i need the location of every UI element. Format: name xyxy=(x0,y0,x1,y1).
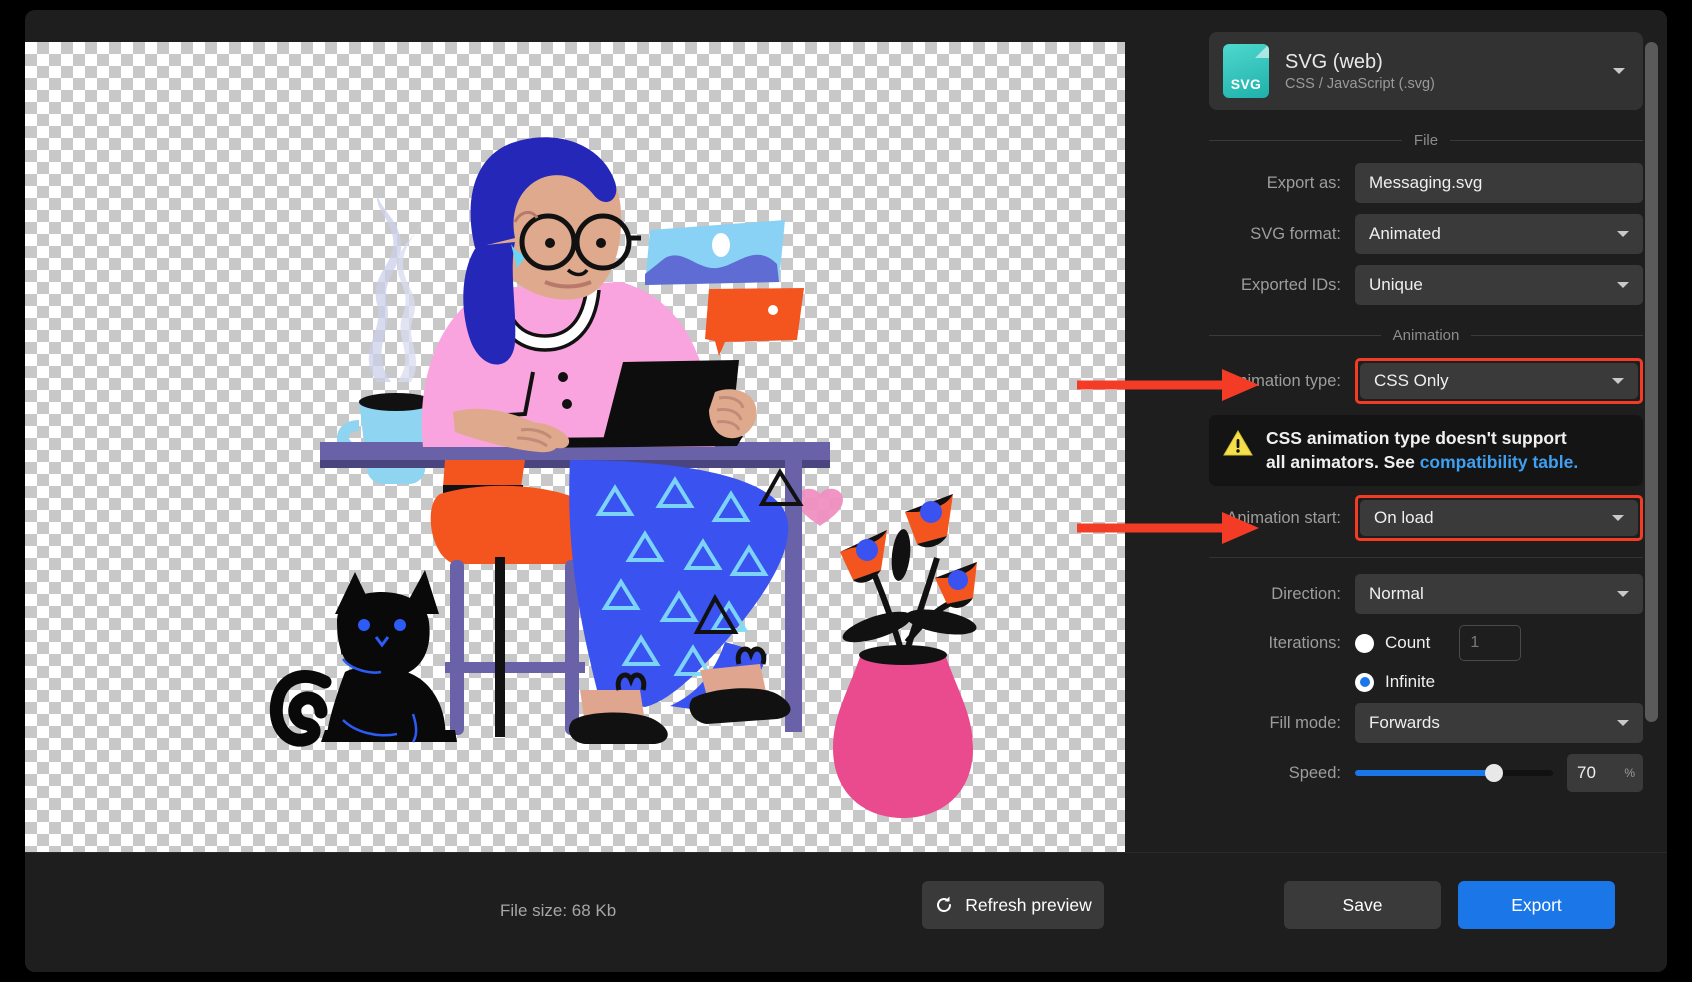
preview-canvas[interactable] xyxy=(25,42,1125,852)
radio-infinite-indicator[interactable] xyxy=(1355,672,1374,692)
section-label-animation: Animation xyxy=(1392,327,1460,344)
speed-value-input[interactable]: 70 % xyxy=(1567,754,1643,793)
svg-format-dropdown[interactable]: Animated xyxy=(1355,214,1643,254)
label-speed: Speed: xyxy=(1288,763,1341,782)
label-animation-start: Animation start: xyxy=(1226,508,1341,527)
cat xyxy=(269,570,457,747)
label-iterations: Iterations: xyxy=(1268,633,1341,652)
label-svg-format: SVG format: xyxy=(1250,224,1341,243)
exported-ids-value: Unique xyxy=(1369,275,1423,294)
speed-unit: % xyxy=(1624,766,1635,781)
chevron-down-icon xyxy=(1617,282,1629,288)
iterations-count-value: 1 xyxy=(1470,634,1480,652)
person-legs xyxy=(569,460,804,714)
animation-start-highlight: On load xyxy=(1355,495,1643,542)
refresh-preview-button[interactable]: Refresh preview xyxy=(922,881,1104,929)
row-direction: Direction: Normal xyxy=(1209,574,1643,615)
chevron-down-icon xyxy=(1617,231,1629,237)
label-export-as: Export as: xyxy=(1266,173,1341,192)
save-button[interactable]: Save xyxy=(1284,881,1441,929)
animation-type-value: CSS Only xyxy=(1374,371,1449,390)
panel-divider xyxy=(1209,557,1643,559)
warning-triangle-icon xyxy=(1223,430,1253,462)
warning-line-2: all animators. See xyxy=(1266,451,1420,472)
row-exported-ids: Exported IDs: Unique xyxy=(1209,265,1643,305)
animation-start-value: On load xyxy=(1374,508,1434,528)
panel-scrollbar[interactable] xyxy=(1645,42,1658,722)
row-animation-type: Animation type: CSS Only xyxy=(1209,358,1643,404)
refresh-icon xyxy=(937,896,952,913)
row-animation-start: Animation start: On load xyxy=(1209,495,1643,542)
section-header-file: File xyxy=(1209,132,1644,149)
speed-slider-thumb[interactable] xyxy=(1484,764,1503,783)
row-fill-mode: Fill mode: Forwards xyxy=(1209,703,1643,744)
format-selector[interactable]: SVG SVG (web) CSS / JavaScript (.svg) xyxy=(1209,32,1643,110)
radio-infinite-label: Infinite xyxy=(1385,672,1436,692)
illustration xyxy=(269,137,977,818)
speed-value: 70 xyxy=(1577,763,1596,783)
chevron-down-icon xyxy=(1612,515,1624,522)
chat-bubble xyxy=(705,288,804,356)
label-direction: Direction: xyxy=(1271,584,1341,603)
row-export-as: Export as: Messaging.svg xyxy=(1209,163,1643,203)
chevron-down-icon xyxy=(1617,591,1629,598)
animation-type-highlight: CSS Only xyxy=(1355,358,1643,404)
compatibility-warning: CSS animation type doesn't support all a… xyxy=(1209,415,1643,487)
coffee-cup xyxy=(337,393,433,484)
row-iterations-count: Iterations: Count 1 xyxy=(1209,625,1643,662)
row-svg-format: SVG format: Animated xyxy=(1209,214,1643,254)
label-exported-ids: Exported IDs: xyxy=(1241,275,1341,294)
row-iterations-infinite: Infinite xyxy=(1209,672,1643,692)
export-label: Export xyxy=(1511,894,1562,915)
refresh-preview-label: Refresh preview xyxy=(965,894,1092,915)
file-size-label: File size: 68 Kb xyxy=(500,901,617,920)
label-animation-type: Animation type: xyxy=(1227,371,1341,390)
format-subtitle: CSS / JavaScript (.svg) xyxy=(1285,75,1435,92)
section-header-animation: Animation xyxy=(1209,327,1644,344)
save-label: Save xyxy=(1342,894,1383,915)
export-settings-panel: SVG SVG (web) CSS / JavaScript (.svg) Fi… xyxy=(1185,10,1667,852)
fill-mode-value: Forwards xyxy=(1369,713,1440,733)
export-as-input[interactable]: Messaging.svg xyxy=(1355,163,1643,203)
export-dialog: SVG SVG (web) CSS / JavaScript (.svg) Fi… xyxy=(25,10,1667,972)
speed-slider[interactable] xyxy=(1355,764,1553,783)
compatibility-table-link[interactable]: compatibility table. xyxy=(1420,452,1579,472)
image-bubble xyxy=(645,220,785,285)
section-label-file: File xyxy=(1413,132,1439,149)
radio-infinite[interactable]: Infinite xyxy=(1355,672,1435,692)
svg-file-icon: SVG xyxy=(1223,44,1269,98)
radio-count[interactable]: Count 1 xyxy=(1355,625,1522,662)
svg-badge-text: SVG xyxy=(1230,76,1262,92)
direction-value: Normal xyxy=(1369,584,1424,604)
svg-format-value: Animated xyxy=(1369,224,1441,243)
row-speed: Speed: 70 % xyxy=(1209,754,1643,793)
radio-count-indicator[interactable] xyxy=(1355,633,1374,653)
warning-line-1: CSS animation type doesn't support xyxy=(1266,428,1567,448)
fill-mode-dropdown[interactable]: Forwards xyxy=(1355,703,1643,744)
dialog-footer: File size: 68 Kb Refresh preview Save Ex… xyxy=(25,852,1667,972)
export-button[interactable]: Export xyxy=(1458,881,1615,929)
label-fill-mode: Fill mode: xyxy=(1269,713,1341,732)
chevron-down-icon[interactable] xyxy=(1613,68,1625,74)
chevron-down-icon xyxy=(1617,720,1629,727)
animation-type-dropdown[interactable]: CSS Only xyxy=(1360,363,1638,399)
format-title: SVG (web) xyxy=(1285,50,1383,73)
heart-icon xyxy=(797,488,843,526)
exported-ids-dropdown[interactable]: Unique xyxy=(1355,265,1643,305)
animation-start-dropdown[interactable]: On load xyxy=(1360,500,1638,537)
export-as-value: Messaging.svg xyxy=(1369,173,1483,192)
preview-pane xyxy=(25,32,1185,852)
direction-dropdown[interactable]: Normal xyxy=(1355,574,1643,615)
flower-vase xyxy=(833,494,977,818)
chevron-down-icon xyxy=(1612,378,1624,384)
radio-count-label: Count xyxy=(1385,633,1431,653)
iterations-count-input[interactable]: 1 xyxy=(1459,625,1522,662)
